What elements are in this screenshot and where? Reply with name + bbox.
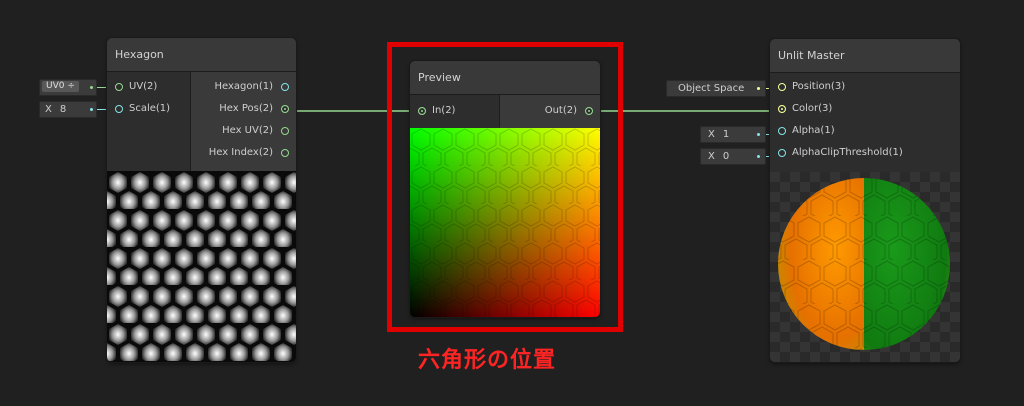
port-scale-label: Scale(1): [129, 103, 171, 114]
hexagon-node-ports: UV(2) Scale(1) Hexagon(1) Hex Pos(2) Hex…: [107, 72, 296, 175]
port-color[interactable]: Color(3): [770, 98, 960, 120]
clip-value[interactable]: 0: [723, 151, 729, 162]
port-color-label: Color(3): [792, 103, 833, 114]
port-hexagon[interactable]: Hexagon(1): [191, 76, 296, 98]
port-icon[interactable]: [778, 127, 786, 135]
port-scale[interactable]: Scale(1): [107, 98, 189, 120]
unlit-master-node[interactable]: Unlit Master Position(3) Color(3) Alpha(…: [770, 39, 960, 362]
alpha-value[interactable]: 1: [723, 129, 729, 140]
clip-axis-label: X: [708, 151, 715, 162]
space-field-port-dot: [757, 87, 760, 90]
master-inputs: Position(3) Color(3) Alpha(1) AlphaClipT…: [770, 73, 960, 164]
port-hex-index[interactable]: Hex Index(2): [191, 142, 296, 164]
port-uv[interactable]: UV(2): [107, 76, 189, 98]
scale-value[interactable]: 8: [60, 104, 66, 115]
hexagon-preview: [107, 171, 296, 362]
port-icon[interactable]: [115, 105, 123, 113]
port-hex-uv-label: Hex UV(2): [222, 125, 273, 136]
alpha-field[interactable]: X1: [700, 126, 766, 143]
master-preview[interactable]: [770, 172, 960, 362]
hexagon-pattern-image: [107, 171, 296, 362]
port-hex-uv[interactable]: Hex UV(2): [191, 120, 296, 142]
port-hex-pos[interactable]: Hex Pos(2): [191, 98, 296, 120]
uv-field-port-dot: [90, 86, 93, 89]
sphere-preview-image: [770, 172, 960, 362]
hexagon-node-title[interactable]: Hexagon: [107, 38, 296, 72]
position-space-field[interactable]: Object Space: [666, 80, 766, 97]
port-icon[interactable]: [778, 83, 786, 91]
preview-highlight-box: [387, 42, 623, 332]
port-uv-label: UV(2): [129, 81, 158, 92]
port-hex-pos-label: Hex Pos(2): [219, 103, 273, 114]
caption-hexagon-position: 六角形の位置: [418, 348, 557, 373]
uv-channel-dropdown[interactable]: UV0 ÷: [42, 81, 79, 92]
port-icon[interactable]: [778, 105, 786, 113]
unlit-master-node-title[interactable]: Unlit Master: [770, 39, 960, 73]
master-node-ports: Position(3) Color(3) Alpha(1) AlphaClipT…: [770, 73, 960, 169]
port-icon[interactable]: [281, 83, 289, 91]
uv-channel-field[interactable]: UV0 ÷: [39, 79, 97, 96]
port-icon[interactable]: [115, 83, 123, 91]
alpha-field-port-dot: [757, 133, 760, 136]
port-hexagon-label: Hexagon(1): [214, 81, 273, 92]
port-alpha[interactable]: Alpha(1): [770, 120, 960, 142]
port-alpha-label: Alpha(1): [792, 125, 835, 136]
position-space-value[interactable]: Object Space: [666, 83, 744, 94]
port-position[interactable]: Position(3): [770, 76, 960, 98]
hexagon-inputs: UV(2) Scale(1): [107, 72, 189, 120]
hexagon-node[interactable]: Hexagon UV(2) Scale(1) Hexagon(1) Hex Po…: [107, 38, 296, 362]
port-alpha-clip-threshold[interactable]: AlphaClipThreshold(1): [770, 142, 960, 164]
port-alpha-clip-label: AlphaClipThreshold(1): [792, 147, 903, 158]
clip-field-port-dot: [757, 155, 760, 158]
port-icon[interactable]: [281, 105, 289, 113]
port-icon[interactable]: [281, 127, 289, 135]
port-hex-index-label: Hex Index(2): [208, 147, 273, 158]
alpha-axis-label: X: [708, 129, 715, 140]
port-icon[interactable]: [778, 149, 786, 157]
hexagon-outputs: Hexagon(1) Hex Pos(2) Hex UV(2) Hex Inde…: [191, 72, 296, 175]
scale-axis-label: X: [45, 104, 52, 115]
scale-field[interactable]: X8: [39, 101, 97, 118]
scale-field-port-dot: [90, 108, 93, 111]
clip-threshold-field[interactable]: X0: [700, 148, 766, 165]
port-position-label: Position(3): [792, 81, 846, 92]
port-icon[interactable]: [281, 149, 289, 157]
